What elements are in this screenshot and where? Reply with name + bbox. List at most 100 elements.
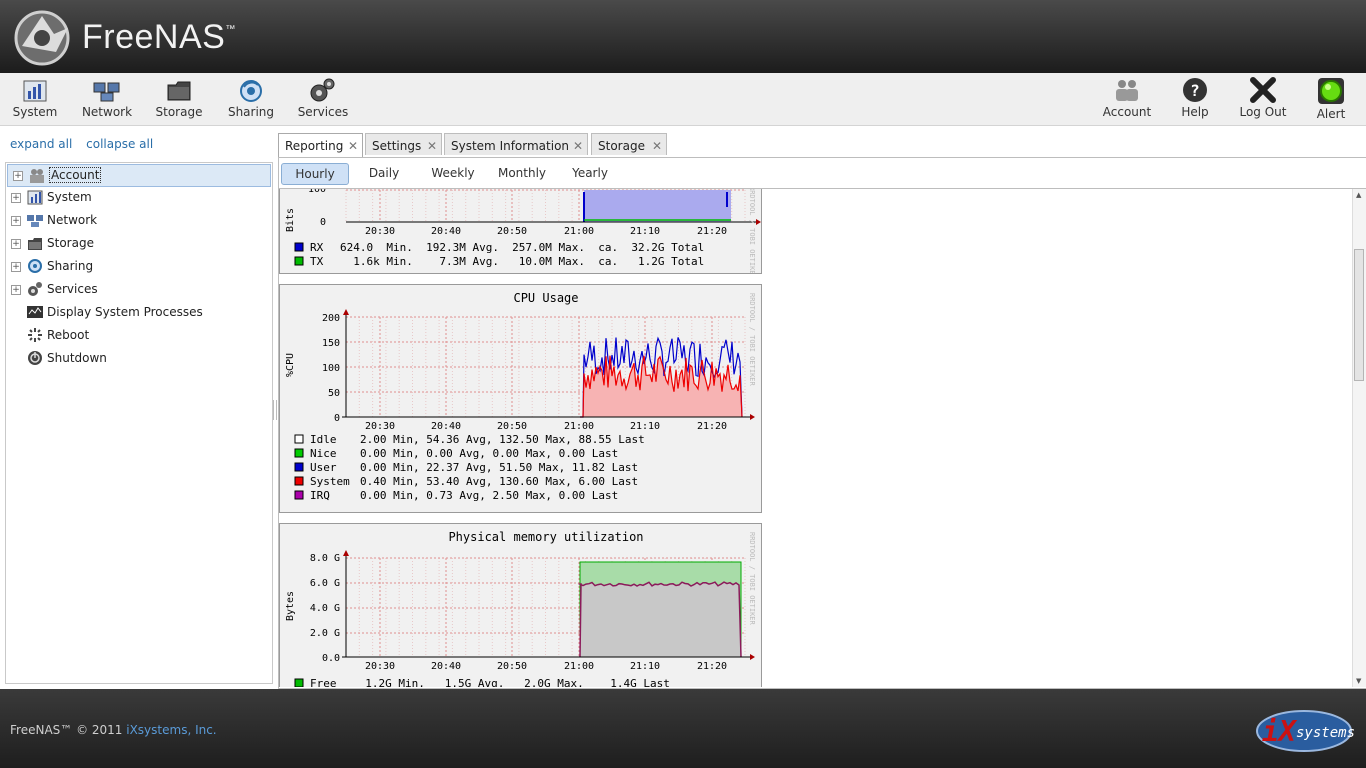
tab-hourly[interactable]: Hourly bbox=[281, 163, 349, 185]
tree-item-sharing[interactable]: + Sharing bbox=[6, 256, 270, 277]
x-tick: 20:50 bbox=[497, 421, 527, 432]
tree-item-system[interactable]: + System bbox=[6, 187, 270, 208]
collapse-all-link[interactable]: collapse all bbox=[86, 137, 153, 151]
x-tick: 21:20 bbox=[697, 661, 727, 672]
close-icon[interactable]: ✕ bbox=[652, 134, 662, 158]
alert-button[interactable]: Alert bbox=[1296, 77, 1366, 121]
header-bar: FreeNAS™ bbox=[0, 0, 1366, 73]
tree-item-storage[interactable]: + Storage bbox=[6, 233, 270, 254]
network-computers-icon bbox=[93, 82, 120, 102]
tab-settings[interactable]: Settings ✕ bbox=[365, 133, 442, 155]
used-area bbox=[580, 582, 741, 657]
close-icon[interactable]: ✕ bbox=[573, 134, 583, 158]
expand-plus-icon[interactable]: + bbox=[11, 239, 21, 249]
tree-item-network[interactable]: + Network bbox=[6, 210, 270, 231]
help-button[interactable]: ? Help bbox=[1160, 77, 1230, 119]
logout-button[interactable]: Log Out bbox=[1228, 77, 1298, 119]
tree-item-label: Services bbox=[47, 282, 98, 296]
network-traffic-graph: Bits 100 0 20:30 20:40 20:50 21:00 21:10 21:2… bbox=[279, 189, 762, 280]
memory-utilization-graph: Physical memory utilization Bytes 8.0 G … bbox=[279, 523, 762, 687]
account-users-icon bbox=[30, 169, 44, 183]
tree-item-services[interactable]: + Services bbox=[6, 279, 270, 300]
navigation-tree: + Account + System + Network + Storage +… bbox=[5, 162, 273, 684]
cpu-usage-graph: CPU Usage %CPU 200 150 100 50 0 20:30 20:… bbox=[279, 284, 762, 513]
tree-item-reboot[interactable]: Reboot bbox=[6, 325, 270, 346]
x-tick: 21:20 bbox=[697, 226, 727, 237]
expand-all-link[interactable]: expand all bbox=[10, 137, 72, 151]
network-computers-icon bbox=[27, 215, 43, 227]
x-tick: 20:30 bbox=[365, 226, 395, 237]
expand-plus-icon[interactable]: + bbox=[11, 216, 21, 226]
scroll-up-icon[interactable]: ▲ bbox=[1356, 191, 1361, 199]
close-icon[interactable]: ✕ bbox=[348, 134, 358, 158]
axis-arrow-icon bbox=[750, 414, 755, 420]
tree-item-display-processes[interactable]: Display System Processes bbox=[6, 302, 270, 323]
legend-name: Nice bbox=[310, 447, 337, 460]
legend-stats-free: 1.2G Min, 1.5G Avg, 2.0G Max, 1.4G Last bbox=[352, 677, 670, 687]
expand-plus-icon[interactable]: + bbox=[13, 171, 23, 181]
y-tick: 4.0 G bbox=[310, 603, 340, 614]
freenas-shark-icon bbox=[14, 10, 70, 66]
reporting-panel: Hourly Daily Weekly Monthly Yearly Bits … bbox=[278, 157, 1366, 689]
panel-splitter[interactable] bbox=[273, 400, 277, 420]
legend-swatch-rx bbox=[294, 242, 304, 252]
sharing-button[interactable]: Sharing bbox=[216, 77, 286, 119]
expand-plus-icon[interactable]: + bbox=[11, 285, 21, 295]
tree-item-label: Network bbox=[47, 213, 98, 227]
vertical-scrollbar[interactable]: ▲ ▼ bbox=[1352, 189, 1366, 687]
x-tick: 20:40 bbox=[431, 661, 461, 672]
cpu-graph-canvas: CPU Usage %CPU 200 150 100 50 0 20:30 20:… bbox=[285, 291, 756, 502]
tree-item-label: Account bbox=[49, 167, 102, 183]
graphs-scroll-area[interactable]: Bits 100 0 20:30 20:40 20:50 21:00 21:10 21:2… bbox=[279, 189, 1353, 687]
legend-swatch-free bbox=[294, 678, 304, 687]
legend-swatch bbox=[294, 490, 304, 500]
graph-title: Physical memory utilization bbox=[448, 530, 643, 544]
expand-plus-icon[interactable]: + bbox=[11, 262, 21, 272]
tab-yearly[interactable]: Yearly bbox=[565, 163, 615, 183]
copyright-text: FreeNAS™ © 2011 iXsystems, Inc. bbox=[10, 723, 217, 737]
storage-button[interactable]: Storage bbox=[144, 77, 214, 119]
y-tick: 6.0 G bbox=[310, 578, 340, 589]
scroll-down-icon[interactable]: ▼ bbox=[1356, 677, 1361, 685]
axis-arrow-icon bbox=[750, 654, 755, 660]
tab-monthly[interactable]: Monthly bbox=[493, 163, 551, 183]
tab-storage[interactable]: Storage ✕ bbox=[591, 133, 667, 155]
tree-item-label: Sharing bbox=[47, 259, 94, 273]
x-tick: 20:50 bbox=[497, 661, 527, 672]
system-button[interactable]: System bbox=[0, 77, 70, 119]
tree-item-account[interactable]: + Account bbox=[7, 164, 271, 187]
legend-stats: 0.00 Min, 0.73 Avg, 2.50 Max, 0.00 Last bbox=[360, 489, 618, 502]
expand-plus-icon[interactable]: + bbox=[11, 193, 21, 203]
x-tick: 20:40 bbox=[431, 421, 461, 432]
storage-folder-icon bbox=[167, 81, 191, 101]
network-button[interactable]: Network bbox=[72, 77, 142, 119]
ixsystems-link[interactable]: iXsystems, Inc. bbox=[126, 723, 216, 737]
alert-green-light-icon bbox=[1318, 78, 1344, 104]
graph-title: CPU Usage bbox=[513, 291, 578, 305]
x-tick: 21:00 bbox=[564, 421, 594, 432]
tree-item-shutdown[interactable]: Shutdown bbox=[6, 348, 270, 369]
close-icon[interactable]: ✕ bbox=[427, 134, 437, 158]
account-users-icon bbox=[1116, 80, 1138, 101]
tab-reporting[interactable]: Reporting ✕ bbox=[278, 133, 363, 158]
legend-name: IRQ bbox=[310, 489, 330, 502]
y-tick: 100 bbox=[322, 363, 340, 374]
services-button[interactable]: Services bbox=[288, 77, 358, 119]
account-button[interactable]: Account bbox=[1092, 77, 1162, 119]
x-tick: 21:00 bbox=[564, 226, 594, 237]
main-toolbar: System Network Storage Sharing Services … bbox=[0, 73, 1366, 126]
legend-stats-rx: 624.0 Min. 192.3M Avg. 257.0M Max. ca. 3… bbox=[340, 241, 704, 254]
legend-name: System bbox=[310, 475, 350, 488]
tab-daily[interactable]: Daily bbox=[359, 163, 409, 183]
ixsystems-logo[interactable]: iX systems bbox=[1254, 697, 1354, 761]
legend-name-rx: RX bbox=[310, 241, 324, 254]
sharing-globe-icon bbox=[240, 80, 262, 102]
tab-weekly[interactable]: Weekly bbox=[425, 163, 481, 183]
system-chart-icon bbox=[27, 190, 43, 205]
legend-name-tx: TX bbox=[310, 255, 324, 268]
y-tick: 2.0 G bbox=[310, 628, 340, 639]
tab-system-information[interactable]: System Information ✕ bbox=[444, 133, 588, 155]
rrdtool-credit: RRDTOOL / TOBI OETIKER bbox=[748, 532, 756, 626]
legend-stats: 2.00 Min, 54.36 Avg, 132.50 Max, 88.55 L… bbox=[360, 433, 645, 446]
scrollbar-thumb[interactable] bbox=[1354, 249, 1364, 381]
